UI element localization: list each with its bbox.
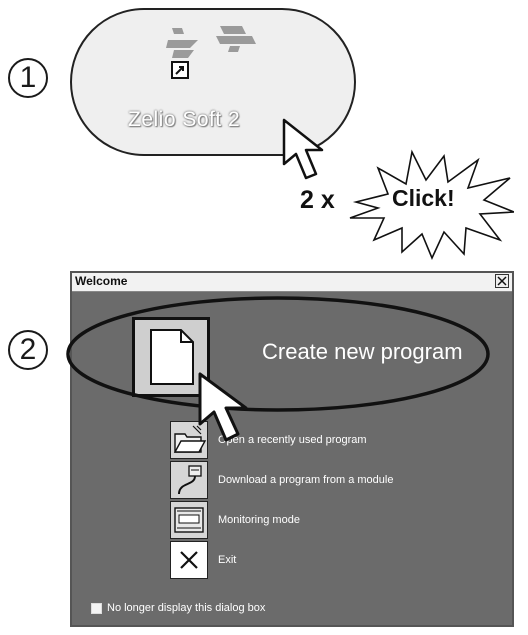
download-program-button[interactable] bbox=[170, 461, 208, 499]
click-label: Click! bbox=[392, 185, 455, 211]
download-cable-icon bbox=[178, 465, 202, 495]
step-2-number: 2 bbox=[19, 333, 37, 366]
exit-button[interactable] bbox=[170, 541, 208, 579]
monitor-module-icon bbox=[174, 507, 204, 533]
step-1-marker: 1 bbox=[8, 58, 48, 98]
exit-label[interactable]: Exit bbox=[218, 554, 236, 566]
no-longer-display-label[interactable]: No longer display this dialog box bbox=[107, 602, 265, 614]
no-longer-display-checkbox[interactable] bbox=[91, 603, 102, 614]
close-button[interactable] bbox=[495, 274, 509, 288]
highlight-ellipse bbox=[66, 296, 490, 412]
pointer-cursor-icon bbox=[198, 372, 248, 442]
dialog-title: Welcome bbox=[75, 274, 128, 288]
monitoring-mode-label[interactable]: Monitoring mode bbox=[218, 514, 300, 526]
download-program-label[interactable]: Download a program from a module bbox=[218, 474, 393, 486]
mouse-cursor-icon bbox=[282, 118, 324, 180]
shortcut-label[interactable]: Zelio Soft 2 bbox=[128, 108, 240, 132]
step-1-number: 1 bbox=[19, 61, 37, 94]
double-click-count: 2 x bbox=[300, 186, 335, 214]
step-2-marker: 2 bbox=[8, 330, 48, 370]
close-icon bbox=[497, 276, 507, 286]
monitoring-mode-button[interactable] bbox=[170, 501, 208, 539]
exit-x-icon bbox=[180, 551, 198, 569]
zelio-shortcut-icon[interactable] bbox=[160, 22, 260, 102]
